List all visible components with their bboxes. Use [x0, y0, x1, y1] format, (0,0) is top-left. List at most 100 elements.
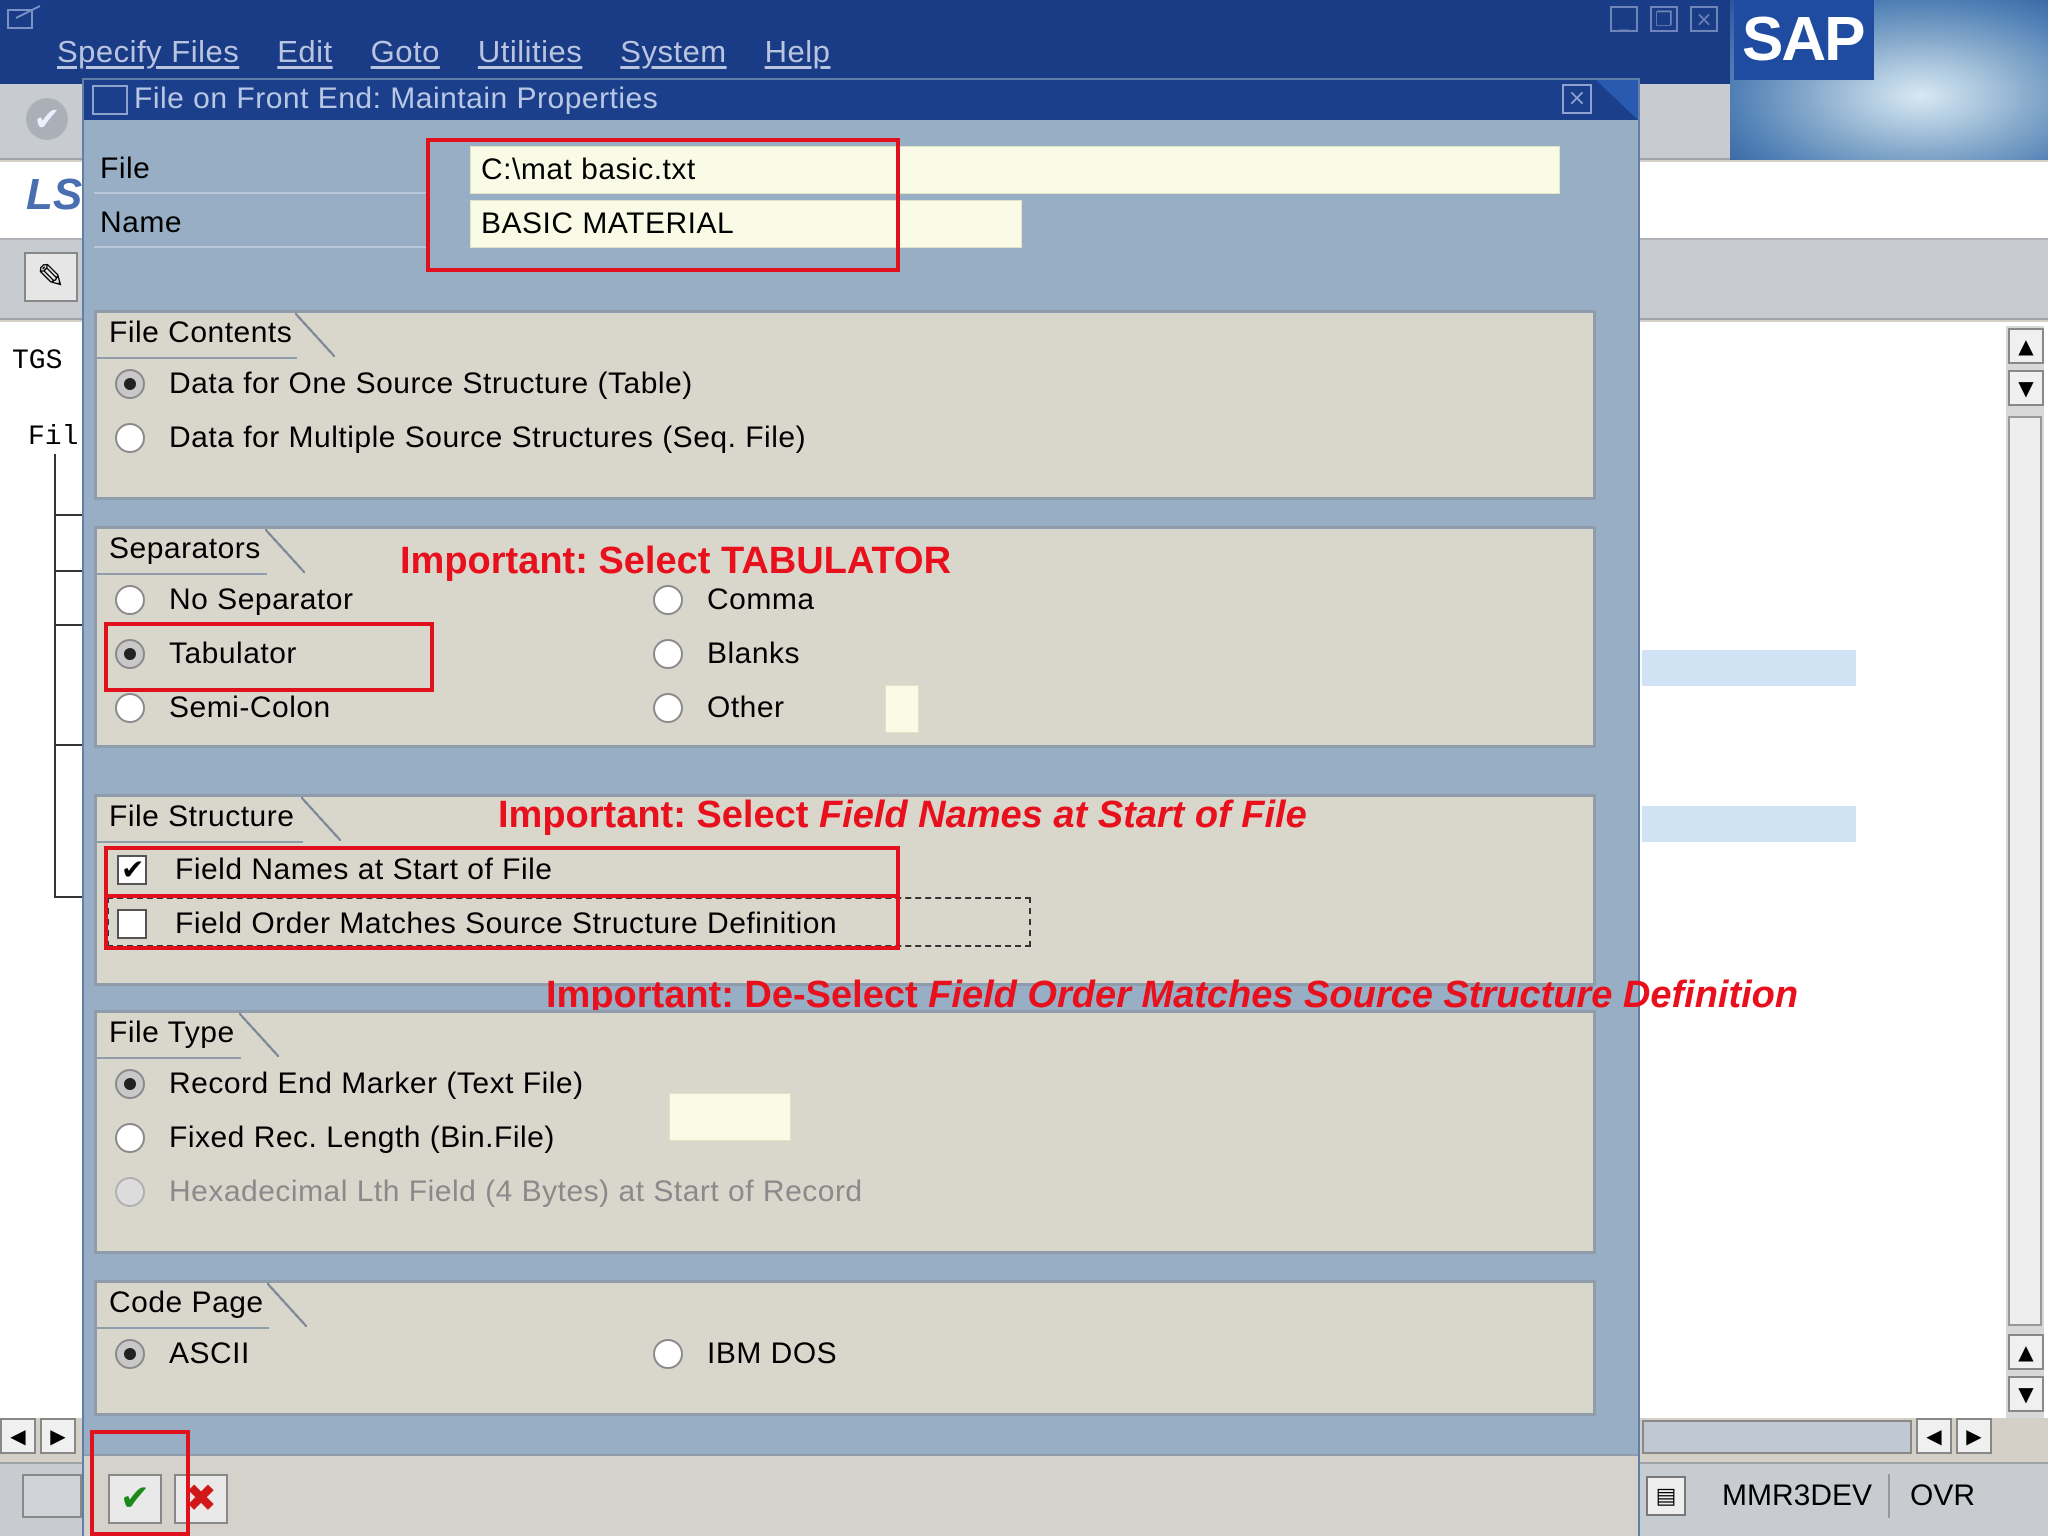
- option-label: Blanks: [707, 637, 801, 670]
- option-comma[interactable]: Comma: [653, 583, 815, 617]
- menu-utilities[interactable]: Utilities: [478, 34, 582, 70]
- titlebar-corner: [1596, 80, 1638, 120]
- highlighted-row: [1642, 806, 1856, 842]
- status-message-field: [22, 1474, 82, 1518]
- option-multiple-source-structures[interactable]: Data for Multiple Source Structures (Seq…: [115, 421, 806, 455]
- menu-help[interactable]: Help: [765, 34, 831, 70]
- radio-button[interactable]: [115, 1123, 145, 1153]
- option-label: Semi-Colon: [169, 691, 331, 724]
- file-contents-group: File Contents Data for One Source Struct…: [94, 310, 1596, 500]
- tree-lines: [54, 454, 84, 898]
- radio-button[interactable]: [653, 639, 683, 669]
- field-names-note: Important: Select Field Names at Start o…: [498, 794, 1307, 837]
- scroll-up-icon[interactable]: ▲: [2008, 1334, 2044, 1370]
- highlighted-row: [1642, 650, 1856, 686]
- radio-button[interactable]: [115, 369, 145, 399]
- name-label: Name: [100, 206, 183, 239]
- scroll-down-icon[interactable]: ▼: [2008, 1376, 2044, 1412]
- option-no-separator[interactable]: No Separator: [115, 583, 353, 617]
- radio-button[interactable]: [115, 423, 145, 453]
- option-semi-colon[interactable]: Semi-Colon: [115, 691, 331, 725]
- system-menu-icon[interactable]: [6, 4, 46, 32]
- option-label: Comma: [707, 583, 815, 616]
- dialog-button-bar: ✔ ✖: [84, 1454, 1638, 1536]
- group-tab-line: [97, 841, 303, 843]
- note-text: Important: Select: [498, 794, 819, 836]
- scroll-down-icon[interactable]: ▼: [2008, 370, 2044, 406]
- radio-button[interactable]: [115, 1069, 145, 1099]
- scroll-right-icon[interactable]: ▶: [1956, 1418, 1992, 1454]
- option-other[interactable]: Other: [653, 691, 785, 725]
- other-separator-input[interactable]: [885, 685, 919, 733]
- option-ibm-dos[interactable]: IBM DOS: [653, 1337, 837, 1371]
- radio-button[interactable]: [653, 585, 683, 615]
- menu-edit[interactable]: Edit: [277, 34, 332, 70]
- radio-button[interactable]: [653, 693, 683, 723]
- record-length-input[interactable]: [669, 1093, 791, 1141]
- radio-button[interactable]: [115, 1339, 145, 1369]
- change-pencil-icon[interactable]: ✎: [24, 252, 78, 302]
- group-tab-line: [97, 573, 267, 575]
- maintain-properties-dialog: File on Front End: Maintain Properties ×…: [82, 78, 1798, 1536]
- field-names-highlight: [104, 846, 900, 898]
- scroll-up-icon[interactable]: ▲: [2008, 328, 2044, 364]
- session-info-icon[interactable]: ▤: [1646, 1476, 1686, 1516]
- program-title: LS: [26, 170, 83, 219]
- sap-logo-area: SAP: [1730, 0, 2048, 160]
- group-tab-edge: [267, 1283, 307, 1327]
- field-order-highlight: [104, 894, 900, 950]
- option-label: IBM DOS: [707, 1337, 838, 1370]
- sap-logo: SAP: [1734, 0, 1874, 80]
- group-tab-line: [97, 357, 297, 359]
- group-title: Code Page: [97, 1283, 269, 1327]
- scroll-right-icon[interactable]: ▶: [40, 1418, 76, 1454]
- tree-label: Fil: [28, 422, 79, 453]
- group-title: Separators: [97, 529, 267, 573]
- option-ascii[interactable]: ASCII: [115, 1337, 250, 1371]
- option-label: Data for Multiple Source Structures (Seq…: [169, 421, 807, 454]
- group-tab-line: [97, 1327, 269, 1329]
- option-label: Hexadecimal Lth Field (4 Bytes) at Start…: [169, 1175, 863, 1208]
- restore-icon[interactable]: ❐: [1650, 6, 1678, 32]
- tree-label: TGS: [12, 346, 63, 377]
- menu-goto[interactable]: Goto: [371, 34, 440, 70]
- note-emphasis: Field Names at Start of File: [818, 794, 1307, 836]
- option-fixed-record-length[interactable]: Fixed Rec. Length (Bin.File): [115, 1121, 555, 1155]
- menu-bar: Specify Files Edit Goto Utilities System…: [57, 34, 830, 70]
- scroll-left-icon[interactable]: ◀: [0, 1418, 36, 1454]
- radio-button: [115, 1177, 145, 1207]
- option-label: Data for One Source Structure (Table): [169, 367, 693, 400]
- dialog-titlebar: File on Front End: Maintain Properties ×: [84, 80, 1638, 120]
- option-record-end-marker[interactable]: Record End Marker (Text File): [115, 1067, 584, 1101]
- code-page-group: Code Page ASCII IBM DOS: [94, 1280, 1596, 1416]
- file-name-highlight: [426, 138, 900, 272]
- scroll-track[interactable]: [2008, 416, 2042, 1326]
- group-tab-edge: [265, 529, 305, 573]
- close-icon[interactable]: ×: [1562, 84, 1592, 114]
- option-label: Other: [707, 691, 785, 724]
- radio-button[interactable]: [115, 585, 145, 615]
- group-title: File Structure: [97, 797, 303, 841]
- horizontal-scroll-track[interactable]: [1642, 1420, 1912, 1454]
- enter-check-icon[interactable]: ✔: [26, 98, 68, 140]
- menu-system[interactable]: System: [620, 34, 726, 70]
- file-label: File: [100, 152, 151, 185]
- radio-button[interactable]: [115, 693, 145, 723]
- radio-button[interactable]: [653, 1339, 683, 1369]
- status-insert-mode[interactable]: OVR: [1890, 1474, 1995, 1518]
- close-window-icon[interactable]: ×: [1690, 6, 1718, 32]
- group-title: File Type: [97, 1013, 241, 1057]
- minimize-icon[interactable]: _: [1610, 6, 1638, 32]
- dialog-title: File on Front End: Maintain Properties: [134, 82, 659, 115]
- name-label-line: [94, 246, 430, 248]
- group-title: File Contents: [97, 313, 297, 357]
- option-one-source-structure[interactable]: Data for One Source Structure (Table): [115, 367, 693, 401]
- group-tab-line: [97, 1057, 241, 1059]
- option-blanks[interactable]: Blanks: [653, 637, 800, 671]
- option-label: Fixed Rec. Length (Bin.File): [169, 1121, 555, 1154]
- continue-highlight: [90, 1430, 190, 1536]
- status-system-id: MMR3DEV: [1706, 1474, 1891, 1518]
- option-label: No Separator: [169, 583, 354, 616]
- scroll-left-icon[interactable]: ◀: [1916, 1418, 1952, 1454]
- menu-specify-files[interactable]: Specify Files: [57, 34, 239, 70]
